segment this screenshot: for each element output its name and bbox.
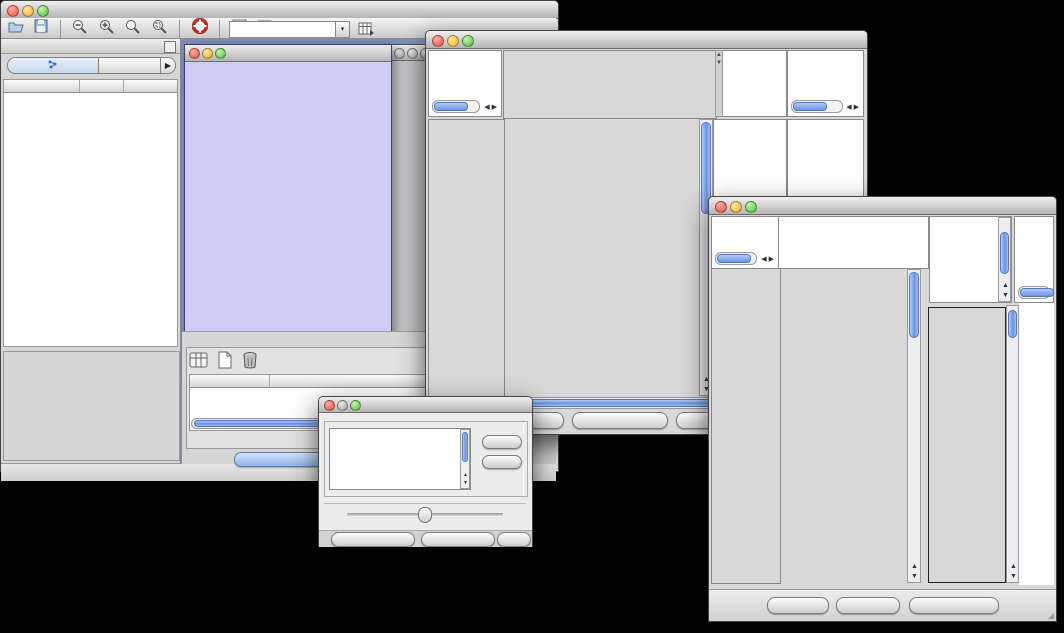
tv2-hints-scrollbar[interactable] <box>1018 286 1050 299</box>
tv2-column-dendrogram-area[interactable] <box>779 216 929 269</box>
network-table-header <box>4 80 177 93</box>
search-dropdown-arrow-icon[interactable]: ▾ <box>335 21 350 38</box>
close-button[interactable] <box>7 5 19 17</box>
network1-titlebar[interactable] <box>185 45 391 62</box>
attribute-list-vscrollbar[interactable]: ▲ ▼ <box>460 429 470 489</box>
tv2-view-status-panel: ◀▶ <box>711 216 779 269</box>
save-session-icon[interactable] <box>34 19 48 39</box>
tv2-button-bar: ◢ <box>709 589 1056 621</box>
minimize-button[interactable] <box>22 5 34 17</box>
tv2-collabel-vscrollbar[interactable]: ▲ ▼ <box>998 217 1011 302</box>
tv1-splitter-arrows-icon[interactable]: ▲▼ <box>715 50 723 117</box>
tv2-row-dendrogram-canvas[interactable] <box>711 269 781 584</box>
tv1-usage-hints-panel: ◀▶ <box>787 50 864 117</box>
attribute-table-icon[interactable] <box>189 351 209 374</box>
resize-grip-icon[interactable]: ◢ <box>1048 611 1054 620</box>
data-panel-title <box>182 337 186 347</box>
network-view-window-1 <box>184 44 392 376</box>
treeview2-titlebar[interactable] <box>709 197 1056 215</box>
tv1-status-scrollbar[interactable] <box>432 100 480 113</box>
tv2-heatmap-canvas[interactable] <box>779 269 907 583</box>
control-panel: ▶ <box>1 39 181 463</box>
tv2-gene-panel <box>1019 303 1054 585</box>
zoom-button[interactable] <box>37 5 49 17</box>
tv2-usage-hints-panel <box>1014 216 1054 303</box>
minimize-button[interactable] <box>447 35 459 47</box>
done-button[interactable] <box>497 532 531 547</box>
minimize-button[interactable] <box>337 400 348 411</box>
network-view-1-canvas[interactable] <box>185 61 389 373</box>
data-col-id[interactable] <box>190 375 270 388</box>
close-button[interactable] <box>432 35 444 47</box>
tab-vizmapper[interactable] <box>99 57 161 74</box>
animate-vizmap-button[interactable] <box>331 532 415 547</box>
move-up-button[interactable] <box>482 435 522 449</box>
attribute-list: ▲ ▼ <box>329 428 471 490</box>
create-vizmap-button[interactable] <box>421 532 495 547</box>
close-button[interactable] <box>394 48 405 59</box>
tv1-status-scroll-arrows-icon[interactable]: ◀▶ <box>484 103 499 111</box>
close-button[interactable] <box>324 400 335 411</box>
move-down-button[interactable] <box>482 455 522 469</box>
tab-overflow-arrow-icon[interactable]: ▶ <box>161 57 176 74</box>
tv1-usage-hints-title <box>788 51 863 53</box>
control-panel-title <box>1 44 5 54</box>
tv1-view-status-title <box>429 51 501 53</box>
zoom-button[interactable] <box>462 35 474 47</box>
tv1-hints-scroll-arrows-icon[interactable]: ◀▶ <box>846 103 861 111</box>
tv2-zoom-panel-canvas[interactable] <box>928 307 1006 583</box>
main-titlebar[interactable] <box>1 1 558 19</box>
tv2-vscrollbar[interactable]: ▲ ▼ <box>907 269 921 583</box>
tv2-settings-button[interactable] <box>767 597 829 614</box>
zoom-out-icon[interactable] <box>72 19 88 40</box>
search-input[interactable] <box>229 21 337 38</box>
tv1-column-labels <box>723 50 787 117</box>
tab-network[interactable] <box>7 57 99 74</box>
tv2-status-scrollbar[interactable] <box>715 252 757 265</box>
network-table <box>3 79 178 347</box>
open-session-icon[interactable] <box>8 19 24 39</box>
tv1-correlation-matrix[interactable] <box>728 124 779 175</box>
network-overview-canvas[interactable] <box>3 351 180 461</box>
treeview2-window: ◀▶ ▲ ▼ ▲ ▼ ▲ ▼ ◢ <box>708 196 1057 622</box>
dialog-titlebar[interactable] <box>319 397 532 413</box>
zoom-button[interactable] <box>350 400 361 411</box>
minimize-button[interactable] <box>407 48 418 59</box>
tv1-export-graphics-button[interactable] <box>572 412 668 429</box>
close-button[interactable] <box>189 48 200 59</box>
tv2-status-scroll-arrows-icon[interactable]: ◀▶ <box>761 255 776 263</box>
zoom-in-icon[interactable] <box>99 19 115 40</box>
zoom-selected-icon[interactable] <box>152 19 168 40</box>
float-panel-icon[interactable] <box>164 41 176 53</box>
new-attribute-icon[interactable] <box>217 351 233 374</box>
treeview1-titlebar[interactable] <box>426 31 867 49</box>
tv1-view-status-panel: ◀▶ <box>428 50 502 117</box>
tv1-heatmap-canvas[interactable] <box>503 119 699 396</box>
tv2-usage-hints-title <box>1015 217 1053 219</box>
help-icon[interactable] <box>192 18 208 40</box>
close-button[interactable] <box>715 201 727 213</box>
tv2-save-data-button[interactable] <box>836 597 900 614</box>
map-colors-dialog: ▲ ▼ <box>318 396 533 547</box>
tv2-gene-vscrollbar[interactable]: ▲ ▼ <box>1006 305 1019 583</box>
tv1-row-dendrogram-canvas[interactable] <box>428 119 505 398</box>
tv1-column-dendrogram-canvas[interactable] <box>503 50 717 119</box>
animation-speed-slider-thumb[interactable] <box>418 507 432 523</box>
delete-attribute-icon[interactable] <box>242 351 258 374</box>
desktop: { "main_window": { "title": "Cytoscape D… <box>0 0 1064 633</box>
zoom-button[interactable] <box>215 48 226 59</box>
zoom-fit-icon[interactable] <box>125 19 141 40</box>
minimize-button[interactable] <box>202 48 213 59</box>
tv2-view-status-title <box>712 217 778 219</box>
minimize-button[interactable] <box>730 201 742 213</box>
tv2-export-graphics-button[interactable] <box>909 597 999 614</box>
tv2-column-labels: ▲ ▼ <box>929 216 1012 303</box>
zoom-button[interactable] <box>745 201 757 213</box>
tv1-hints-scrollbar[interactable] <box>791 100 843 113</box>
